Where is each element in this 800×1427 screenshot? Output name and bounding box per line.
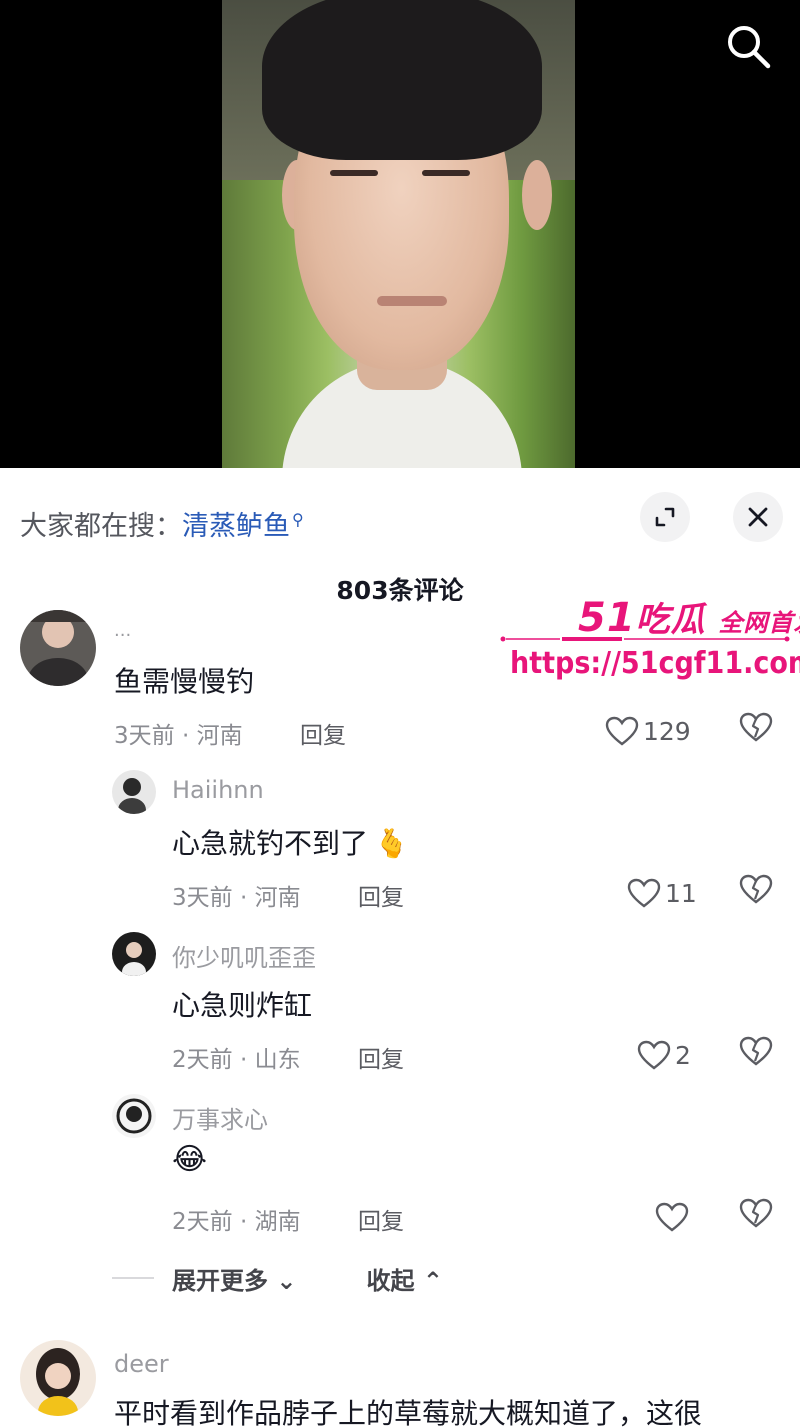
- avatar[interactable]: [112, 770, 156, 814]
- heart-icon: [627, 878, 661, 908]
- like-button[interactable]: 2: [637, 1035, 691, 1075]
- dislike-button[interactable]: [738, 873, 778, 913]
- person-ear-right: [522, 160, 552, 230]
- comment-meta: 2天前 · 湖南: [172, 1209, 301, 1235]
- collapse-button[interactable]: 收起 ⌃: [366, 1261, 442, 1296]
- hot-search-term[interactable]: 清蒸鲈鱼: [182, 511, 290, 542]
- comment-text: 鱼需慢慢钓: [114, 665, 255, 698]
- comment-text: 心急就钓不到了 🫰: [172, 822, 409, 862]
- reply-button[interactable]: 回复: [358, 1202, 404, 1236]
- chevron-down-icon: ⌄: [276, 1266, 297, 1295]
- avatar[interactable]: [20, 610, 96, 686]
- comment-text-body: 心急就钓不到了: [172, 827, 369, 860]
- search-icon[interactable]: [722, 20, 774, 72]
- laughing-emoji: 😂: [172, 1142, 208, 1177]
- heart-icon: [655, 1202, 689, 1232]
- like-button[interactable]: [655, 1197, 693, 1237]
- watermark-brand-num: 51: [578, 595, 636, 641]
- commenter-name[interactable]: 你少叽叽歪歪: [172, 938, 316, 973]
- watermark-brand: 51吃瓜 全网首发: [578, 592, 800, 641]
- reply-button[interactable]: 回复: [300, 716, 346, 750]
- like-button[interactable]: 11: [627, 873, 697, 913]
- comment-text: 平时看到作品脖子上的草莓就大概知道了，这很: [114, 1397, 703, 1427]
- like-count: 129: [643, 716, 691, 746]
- watermark-brand-sub: 全网首发: [718, 609, 800, 637]
- search-icon: ⚲: [292, 510, 304, 529]
- chevron-up-icon: ⌃: [422, 1266, 443, 1295]
- broken-heart-icon: [739, 1198, 773, 1228]
- comments-panel: 大家都在搜：清蒸鲈鱼⚲ 803条评论 51吃瓜 全网首发 https://51c…: [0, 468, 800, 1427]
- comment-meta: 3天前 · 河南: [114, 723, 243, 749]
- broken-heart-icon: [739, 874, 773, 904]
- dislike-button[interactable]: [738, 1035, 778, 1075]
- hot-search-prefix: 大家都在搜：: [20, 511, 182, 542]
- watermark: 51吃瓜 全网首发 https://51cgf11.com: [496, 586, 800, 686]
- collapse-label: 收起: [366, 1266, 415, 1295]
- comment-meta: 2天前 · 山东: [172, 1047, 301, 1073]
- avatar[interactable]: [112, 932, 156, 976]
- dislike-button[interactable]: [738, 711, 778, 751]
- heart-icon: [605, 716, 639, 746]
- comment-text: 心急则炸缸: [172, 989, 313, 1022]
- person-eye-right: [422, 170, 470, 176]
- commenter-name[interactable]: ...: [114, 620, 131, 641]
- expand-more-label: 展开更多: [172, 1266, 268, 1295]
- video-frame: [222, 0, 575, 468]
- like-count: 11: [665, 878, 697, 908]
- broken-heart-icon: [739, 712, 773, 742]
- avatar[interactable]: [112, 1094, 156, 1138]
- comment-meta: 3天前 · 河南: [172, 885, 301, 911]
- reply-button[interactable]: 回复: [358, 1040, 404, 1074]
- hot-search-bar[interactable]: 大家都在搜：清蒸鲈鱼 ⚲: [20, 504, 304, 543]
- expand-icon: [655, 507, 675, 527]
- like-count: 2: [675, 1040, 691, 1070]
- commenter-name[interactable]: deer: [114, 1350, 169, 1378]
- replies-expand-row: 展开更多 ⌄ 收起 ⌃: [112, 1260, 443, 1296]
- close-icon: [748, 507, 768, 527]
- commenter-name[interactable]: Haiihnn: [172, 776, 264, 804]
- person-hair: [262, 0, 542, 160]
- like-button[interactable]: 129: [605, 711, 691, 751]
- watermark-url: https://51cgf11.com: [510, 646, 800, 681]
- close-button[interactable]: [733, 492, 783, 542]
- person-eye-left: [330, 170, 378, 176]
- commenter-name[interactable]: 万事求心: [172, 1100, 268, 1135]
- heart-icon: [637, 1040, 671, 1070]
- dislike-button[interactable]: [738, 1197, 778, 1237]
- heart-hands-emoji: 🫰: [374, 827, 409, 860]
- avatar[interactable]: [20, 1340, 96, 1416]
- watermark-brand-text: 吃瓜: [635, 600, 706, 640]
- broken-heart-icon: [739, 1036, 773, 1066]
- watermark-divider: [500, 636, 790, 642]
- reply-button[interactable]: 回复: [358, 878, 404, 912]
- expand-more-button[interactable]: 展开更多 ⌄: [172, 1261, 296, 1296]
- expand-button[interactable]: [640, 492, 690, 542]
- video-player[interactable]: [0, 0, 800, 468]
- person-mouth: [377, 296, 447, 306]
- divider: [112, 1277, 154, 1279]
